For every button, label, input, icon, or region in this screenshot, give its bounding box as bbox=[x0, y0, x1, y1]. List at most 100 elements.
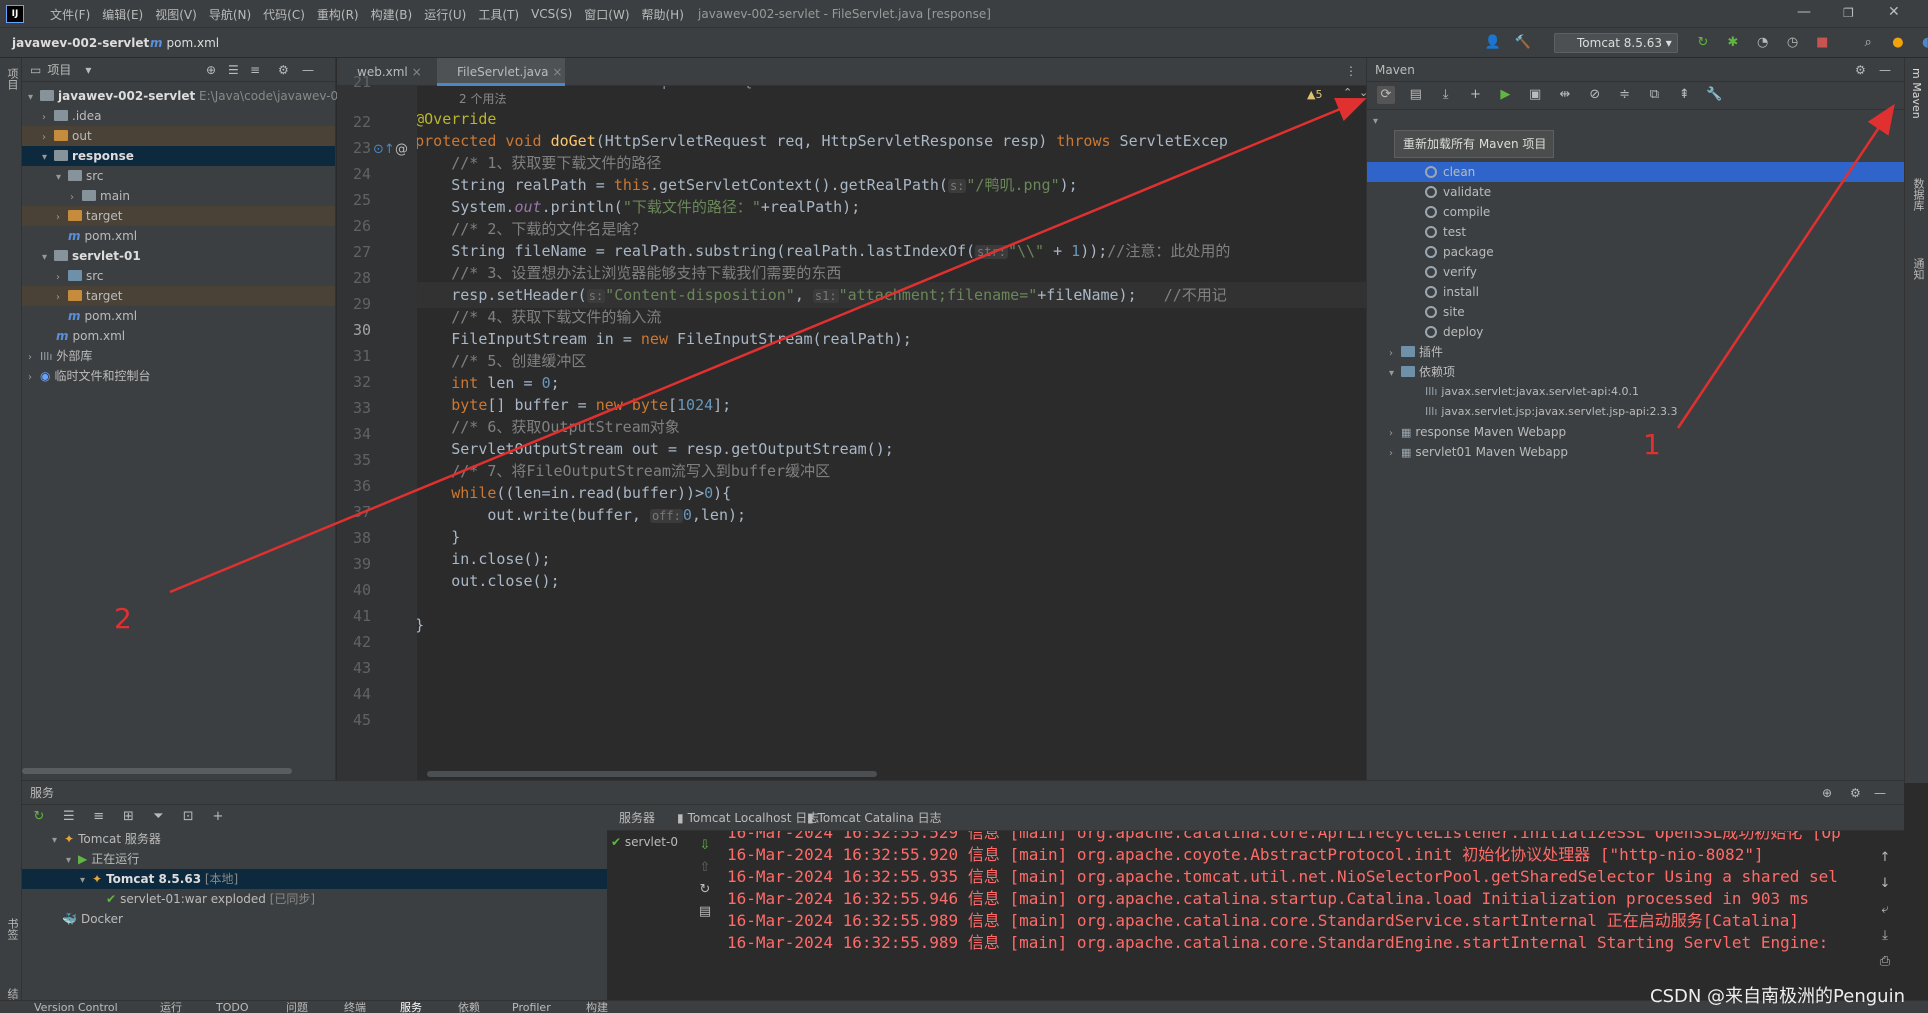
maven-tool-button[interactable]: m Maven bbox=[1910, 68, 1923, 119]
tool-todo[interactable]: TODO bbox=[216, 1001, 249, 1013]
expand-all-icon[interactable]: ☰ bbox=[60, 808, 78, 826]
tree-item-pom[interactable]: m pom.xml bbox=[22, 326, 335, 346]
tree-item-out[interactable]: › out bbox=[22, 126, 335, 146]
gear-icon[interactable]: ⚙ bbox=[1855, 58, 1866, 82]
docker-node[interactable]: 🐳 Docker bbox=[22, 909, 607, 929]
tree-item-scratches[interactable]: › ◉ 临时文件和控制台 bbox=[22, 366, 335, 386]
plugin-icon[interactable]: ◐ bbox=[1919, 34, 1928, 52]
override-marker-icon[interactable]: ⊙↑ bbox=[373, 142, 395, 157]
lifecycle-validate[interactable]: validate bbox=[1367, 182, 1905, 202]
tool-build[interactable]: 构建 bbox=[586, 1001, 608, 1013]
menu-file[interactable]: 文件(F) bbox=[44, 6, 96, 23]
lifecycle-verify[interactable]: verify bbox=[1367, 262, 1905, 282]
soft-wrap-icon[interactable]: ⤶ bbox=[1875, 897, 1895, 923]
group-icon[interactable]: ⊞ bbox=[119, 808, 137, 826]
running-node[interactable]: ▾ ▶ 正在运行 bbox=[22, 849, 607, 869]
menu-edit[interactable]: 编辑(E) bbox=[96, 6, 149, 23]
search-icon[interactable]: ⌕ bbox=[1859, 34, 1877, 52]
wrench-icon[interactable]: 🔧 bbox=[1705, 86, 1723, 104]
chevron-up-icon[interactable]: ⌃ bbox=[1343, 86, 1352, 99]
minimize-icon[interactable]: — bbox=[1797, 4, 1811, 20]
tree-item-root[interactable]: ▾ javawev-002-servlet E:\Java\code\javawe… bbox=[22, 86, 346, 106]
scroll-up-icon[interactable]: ↑ bbox=[1875, 845, 1895, 871]
console-icon[interactable]: ▤ bbox=[695, 901, 715, 923]
lifecycle-package[interactable]: package bbox=[1367, 242, 1905, 262]
tree-item-servlet01[interactable]: ▾ servlet-01 bbox=[22, 246, 335, 266]
tree-item-idea[interactable]: › .idea bbox=[22, 106, 335, 126]
maven-dependencies[interactable]: ▾ 依赖项 bbox=[1367, 362, 1905, 382]
build-hammer-icon[interactable]: 🔨 bbox=[1514, 34, 1532, 52]
skip-tests-icon[interactable]: ⊘ bbox=[1586, 86, 1604, 104]
tab-localhost-log[interactable]: ▮ Tomcat Localhost 日志 bbox=[677, 805, 819, 831]
menu-build[interactable]: 构建(B) bbox=[365, 6, 419, 23]
maven-root-row[interactable]: ▾ bbox=[1367, 110, 1905, 130]
generate-sources-icon[interactable]: ▤ bbox=[1407, 86, 1425, 104]
dependency-item[interactable]: Illı javax.servlet.jsp:javax.servlet.jsp-… bbox=[1367, 402, 1905, 422]
lifecycle-test[interactable]: test bbox=[1367, 222, 1905, 242]
expand-icon[interactable]: ⇞ bbox=[1675, 86, 1693, 104]
tree-item-target[interactable]: › target bbox=[22, 286, 335, 306]
hide-icon[interactable]: — bbox=[302, 63, 314, 77]
tool-dependencies[interactable]: 依赖 bbox=[458, 1001, 480, 1013]
tree-item-pom[interactable]: m pom.xml bbox=[22, 226, 335, 246]
tab-catalina-log[interactable]: ▮ Tomcat Catalina 日志 bbox=[807, 805, 942, 831]
tool-terminal[interactable]: 终端 bbox=[344, 1001, 366, 1013]
horizontal-scrollbar[interactable] bbox=[22, 768, 292, 774]
lifecycle-site[interactable]: site bbox=[1367, 302, 1905, 322]
collapse-icon[interactable]: ≑ bbox=[1616, 86, 1634, 104]
project-tool-button[interactable]: 项目 bbox=[4, 68, 20, 90]
deploy-icon[interactable]: ⇩ bbox=[695, 835, 715, 857]
tree-item-src[interactable]: ▾ src bbox=[22, 166, 335, 186]
coverage-icon[interactable]: ◔ bbox=[1754, 34, 1772, 52]
maven-module-response[interactable]: › ▦ response Maven Webapp bbox=[1367, 422, 1905, 442]
menu-window[interactable]: 窗口(W) bbox=[578, 6, 635, 23]
add-icon[interactable]: + bbox=[1466, 86, 1484, 104]
toggle-offline-icon[interactable]: ⇹ bbox=[1556, 86, 1574, 104]
menu-vcs[interactable]: VCS(S) bbox=[525, 7, 578, 21]
gear-icon[interactable]: ⚙ bbox=[1850, 781, 1861, 805]
tool-services[interactable]: 服务 bbox=[400, 1001, 422, 1013]
tree-item-pom[interactable]: m pom.xml bbox=[22, 306, 335, 326]
more-tabs-icon[interactable]: ⋮ bbox=[1345, 64, 1357, 78]
breadcrumb-file[interactable]: m pom.xml bbox=[150, 36, 219, 50]
rerun-icon[interactable]: ↻ bbox=[30, 808, 48, 826]
tree-item-main[interactable]: › main bbox=[22, 186, 335, 206]
refresh-icon[interactable]: ↻ bbox=[695, 879, 715, 901]
lifecycle-clean[interactable]: clean bbox=[1367, 162, 1905, 182]
warning-count[interactable]: ▲5 bbox=[1307, 88, 1322, 101]
download-icon[interactable]: ⤓ bbox=[1437, 86, 1455, 104]
tree-item-target[interactable]: › target bbox=[22, 206, 335, 226]
globe-icon[interactable]: ⊕ bbox=[1822, 781, 1832, 805]
code-area[interactable]: public class FileServlet extends HttpSer… bbox=[417, 86, 1366, 780]
tomcat-server-node[interactable]: ▾ ✦ Tomcat 服务器 bbox=[22, 829, 607, 849]
print-icon[interactable]: ⎙ bbox=[1875, 949, 1895, 975]
execute-goal-icon[interactable]: ▣ bbox=[1526, 86, 1544, 104]
new-tab-icon[interactable]: ⊡ bbox=[179, 808, 197, 826]
collapse-all-icon[interactable]: ≡ bbox=[90, 808, 108, 826]
menu-refactor[interactable]: 重构(R) bbox=[311, 6, 365, 23]
show-dependencies-icon[interactable]: ⧉ bbox=[1645, 86, 1663, 104]
expand-all-icon[interactable]: ☰ bbox=[228, 63, 239, 77]
menu-code[interactable]: 代码(C) bbox=[257, 6, 311, 23]
maven-plugins[interactable]: › 插件 bbox=[1367, 342, 1905, 362]
dependency-item[interactable]: Illı javax.servlet:javax.servlet-api:4.0.… bbox=[1367, 382, 1905, 402]
menu-tools[interactable]: 工具(T) bbox=[472, 6, 525, 23]
lifecycle-deploy[interactable]: deploy bbox=[1367, 322, 1905, 342]
log-output[interactable]: 16-Mar-2024 16:32:55.529 信息 [main] org.a… bbox=[727, 831, 1867, 1001]
add-icon[interactable]: + bbox=[209, 808, 227, 826]
profile-icon[interactable]: ◷ bbox=[1783, 34, 1801, 52]
tab-server[interactable]: 服务器 bbox=[619, 805, 655, 831]
lifecycle-install[interactable]: install bbox=[1367, 282, 1905, 302]
stop-icon[interactable]: ■ bbox=[1813, 34, 1831, 52]
lifecycle-compile[interactable]: compile bbox=[1367, 202, 1905, 222]
tree-item-external-libs[interactable]: › Illı 外部库 bbox=[22, 346, 335, 366]
bookmarks-tool-button[interactable]: 书签 bbox=[4, 918, 20, 940]
run-config-selector[interactable]: Tomcat 8.5.63 ▾ bbox=[1554, 33, 1678, 53]
collapse-all-icon[interactable]: ≡ bbox=[250, 63, 260, 77]
chevron-down-icon[interactable]: ⌄ bbox=[1359, 86, 1366, 99]
rerun-icon[interactable]: ↻ bbox=[1694, 34, 1712, 52]
tool-run[interactable]: 运行 bbox=[160, 1001, 182, 1013]
tomcat-instance-node[interactable]: ▾ ✦ Tomcat 8.5.63 [本地] bbox=[22, 869, 607, 889]
restore-icon[interactable]: ❐ bbox=[1843, 6, 1854, 20]
database-tool-button[interactable]: 数据库 bbox=[1910, 178, 1926, 211]
